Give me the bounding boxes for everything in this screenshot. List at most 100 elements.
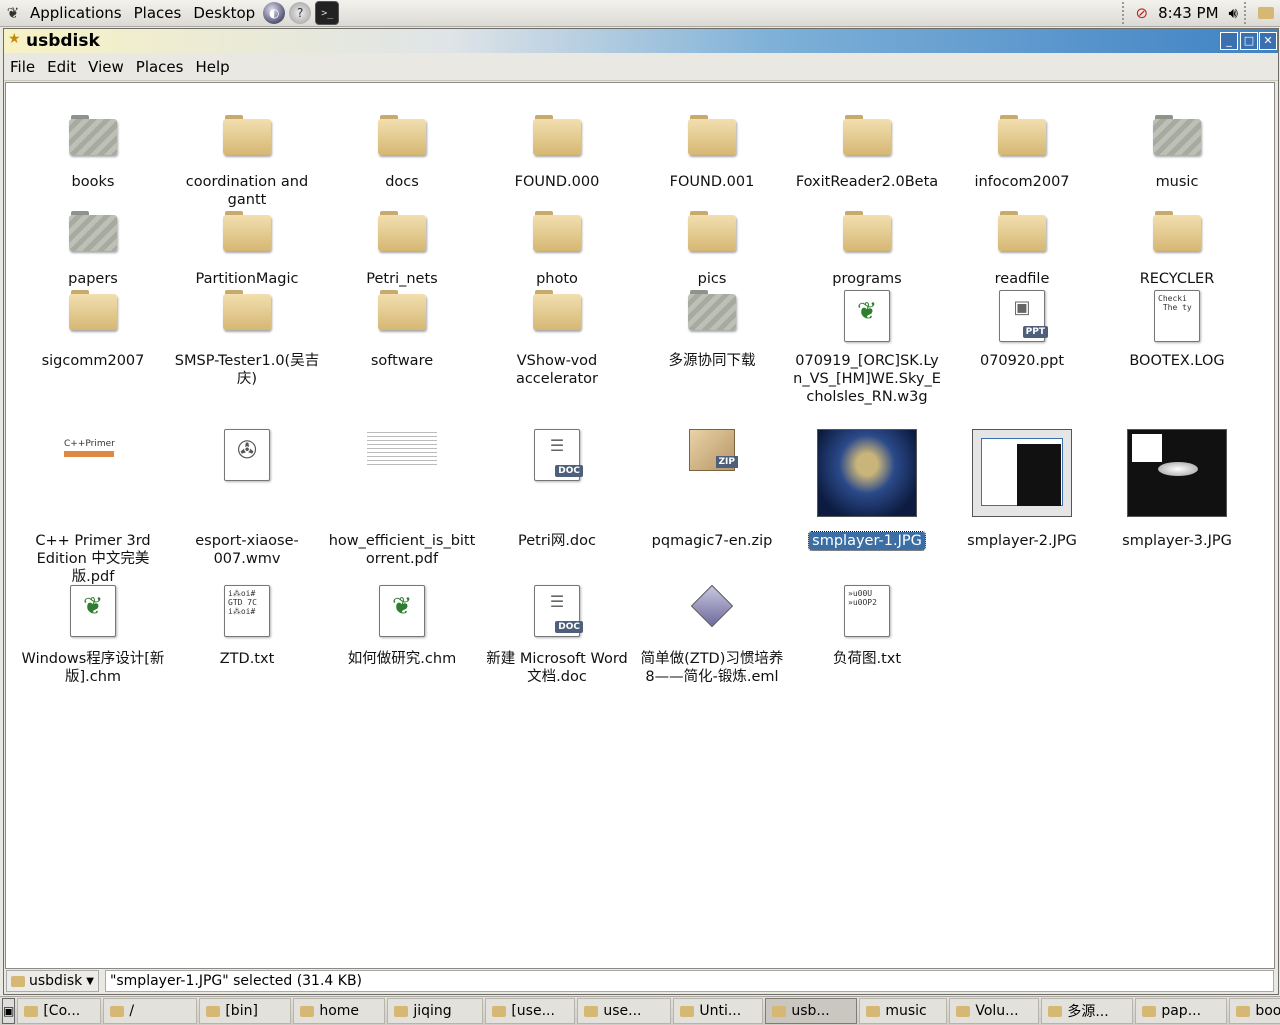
window-icon bbox=[866, 1005, 881, 1017]
window-icon bbox=[394, 1005, 409, 1017]
taskbar-label: pap... bbox=[1161, 1003, 1202, 1019]
taskbar-button[interactable]: usb... bbox=[765, 998, 858, 1024]
web-browser-launcher-icon[interactable]: ◐ bbox=[263, 2, 286, 24]
folder-icon bbox=[533, 290, 581, 330]
window-icon bbox=[956, 1005, 971, 1017]
file-name: RECYCLER bbox=[1139, 271, 1215, 287]
window-titlebar[interactable]: ★ usbdisk _ □ ✕ bbox=[4, 29, 1278, 53]
image-thumbnail bbox=[1127, 429, 1227, 517]
image-thumbnail bbox=[817, 429, 917, 517]
folder-icon bbox=[1153, 211, 1201, 251]
panel-handle-right[interactable] bbox=[1244, 2, 1252, 24]
location-label: usbdisk bbox=[29, 973, 83, 989]
volume-icon[interactable]: 🔊︎ bbox=[1229, 4, 1238, 22]
ppt-badge: PPT bbox=[1022, 326, 1048, 338]
taskbar-button[interactable]: [bin] bbox=[199, 998, 292, 1024]
taskbar-button[interactable]: books bbox=[1229, 998, 1280, 1024]
system-tray: ⊘ 8:43 PM 🔊︎ bbox=[1121, 0, 1280, 26]
taskbar-button[interactable]: / bbox=[103, 998, 198, 1024]
file-name: smplayer-3.JPG bbox=[1122, 533, 1232, 549]
window-title: usbdisk bbox=[26, 31, 100, 51]
taskbar-button[interactable]: home bbox=[293, 998, 386, 1024]
taskbar-button[interactable]: use... bbox=[577, 998, 672, 1024]
folder-tray-icon[interactable] bbox=[1258, 7, 1274, 19]
file-name: 多源协同下载 bbox=[668, 353, 756, 369]
panel-handle[interactable] bbox=[1121, 2, 1130, 24]
icon-view[interactable]: books coordination and gantt docs FOUND.000… bbox=[5, 82, 1275, 969]
archive-icon: ZIP bbox=[689, 429, 738, 471]
pdf-thumbnail: C++Primer bbox=[58, 429, 128, 509]
gnome-foot-icon[interactable]: ❦ bbox=[4, 4, 22, 22]
taskbar-button[interactable]: Volu... bbox=[949, 998, 1040, 1024]
file-name: papers bbox=[68, 271, 118, 287]
help-launcher-icon[interactable]: ? bbox=[289, 2, 312, 24]
gnome-file-icon: ❦ bbox=[70, 585, 116, 637]
clock[interactable]: 8:43 PM bbox=[1154, 4, 1222, 22]
close-button[interactable]: ✕ bbox=[1259, 32, 1277, 50]
file-name: photo bbox=[536, 271, 578, 287]
taskbar-button[interactable]: music bbox=[859, 998, 948, 1024]
window-icon bbox=[1048, 1005, 1063, 1017]
file-name: readfile bbox=[994, 271, 1050, 287]
folder-icon bbox=[998, 115, 1046, 155]
file-name: FOUND.001 bbox=[669, 174, 755, 190]
image-thumbnail bbox=[972, 429, 1072, 517]
file-name: esport-xiaose-007.wmv bbox=[195, 533, 299, 567]
file-name: 070919_[ORC]SK.Lyn_VS_[HM]WE.Sky_Echolsl… bbox=[793, 353, 941, 405]
taskbar-label: home bbox=[319, 1003, 360, 1019]
file-name: smplayer-1.JPG bbox=[808, 531, 926, 551]
file-name: Petri网.doc bbox=[518, 533, 596, 549]
file-name: 负荷图.txt bbox=[832, 651, 902, 667]
taskbar-button[interactable]: jiqing bbox=[387, 998, 484, 1024]
text-preview: Checki The ty bbox=[1158, 294, 1192, 312]
menu-places[interactable]: Places bbox=[130, 58, 190, 76]
taskbar-button[interactable]: Unti... bbox=[673, 998, 764, 1024]
file-name: coordination and gantt bbox=[185, 174, 309, 208]
folder-icon bbox=[223, 115, 271, 155]
location-button[interactable]: usbdisk ▼ bbox=[6, 970, 99, 992]
taskbar-label: books bbox=[1255, 1003, 1280, 1019]
folder-icon bbox=[223, 211, 271, 251]
places-menu[interactable]: Places bbox=[128, 0, 188, 26]
file-name: 如何做研究.chm bbox=[347, 651, 457, 667]
file-name: books bbox=[71, 174, 115, 190]
taskbar-button[interactable]: 多源... bbox=[1041, 998, 1134, 1024]
menubar: File Edit View Places Help bbox=[4, 54, 1278, 81]
folder-icon bbox=[688, 290, 736, 330]
file-name: Windows程序设计[新版].chm bbox=[21, 651, 165, 685]
taskbar-label: [use... bbox=[511, 1003, 555, 1019]
file-name: C++ Primer 3rd Edition 中文完美版.pdf bbox=[35, 533, 151, 585]
taskbar-button[interactable]: [use... bbox=[485, 998, 576, 1024]
minimize-button[interactable]: _ bbox=[1220, 32, 1238, 50]
window-icon bbox=[300, 1005, 315, 1017]
window-icon bbox=[680, 1005, 695, 1017]
window-icon bbox=[206, 1005, 221, 1017]
taskbar-button[interactable]: [Co... bbox=[17, 998, 102, 1024]
gnome-file-icon: ❦ bbox=[379, 585, 425, 637]
menu-help[interactable]: Help bbox=[189, 58, 235, 76]
folder-icon bbox=[688, 115, 736, 155]
network-status-icon[interactable]: ⊘ bbox=[1136, 4, 1149, 22]
folder-icon bbox=[223, 290, 271, 330]
menu-edit[interactable]: Edit bbox=[41, 58, 82, 76]
doc-badge: DOC bbox=[555, 465, 583, 477]
folder-icon bbox=[533, 115, 581, 155]
maximize-button[interactable]: □ bbox=[1240, 32, 1258, 50]
menu-view[interactable]: View bbox=[82, 58, 130, 76]
menu-file[interactable]: File bbox=[4, 58, 41, 76]
desktop-menu[interactable]: Desktop bbox=[187, 0, 261, 26]
file-name: Petri_nets bbox=[366, 271, 438, 287]
applications-menu[interactable]: Applications bbox=[24, 0, 128, 26]
folder-icon bbox=[688, 211, 736, 251]
bottom-panel: ▣ [Co... / [bin] home jiqing [use... use... Unt… bbox=[0, 996, 1280, 1025]
statusbar: usbdisk ▼ "smplayer-1.JPG" selected (31.… bbox=[4, 969, 1278, 993]
window-icon bbox=[584, 1005, 599, 1017]
window-icon bbox=[1142, 1005, 1157, 1017]
show-desktop-button[interactable]: ▣ bbox=[2, 998, 16, 1024]
folder-icon bbox=[378, 115, 426, 155]
taskbar-label: music bbox=[885, 1003, 927, 1019]
taskbar-button[interactable]: pap... bbox=[1135, 998, 1228, 1024]
taskbar-label: [bin] bbox=[225, 1003, 258, 1019]
text-preview: »u00U »u0OP2 bbox=[848, 589, 877, 607]
terminal-launcher-icon[interactable]: >_ bbox=[315, 1, 340, 25]
